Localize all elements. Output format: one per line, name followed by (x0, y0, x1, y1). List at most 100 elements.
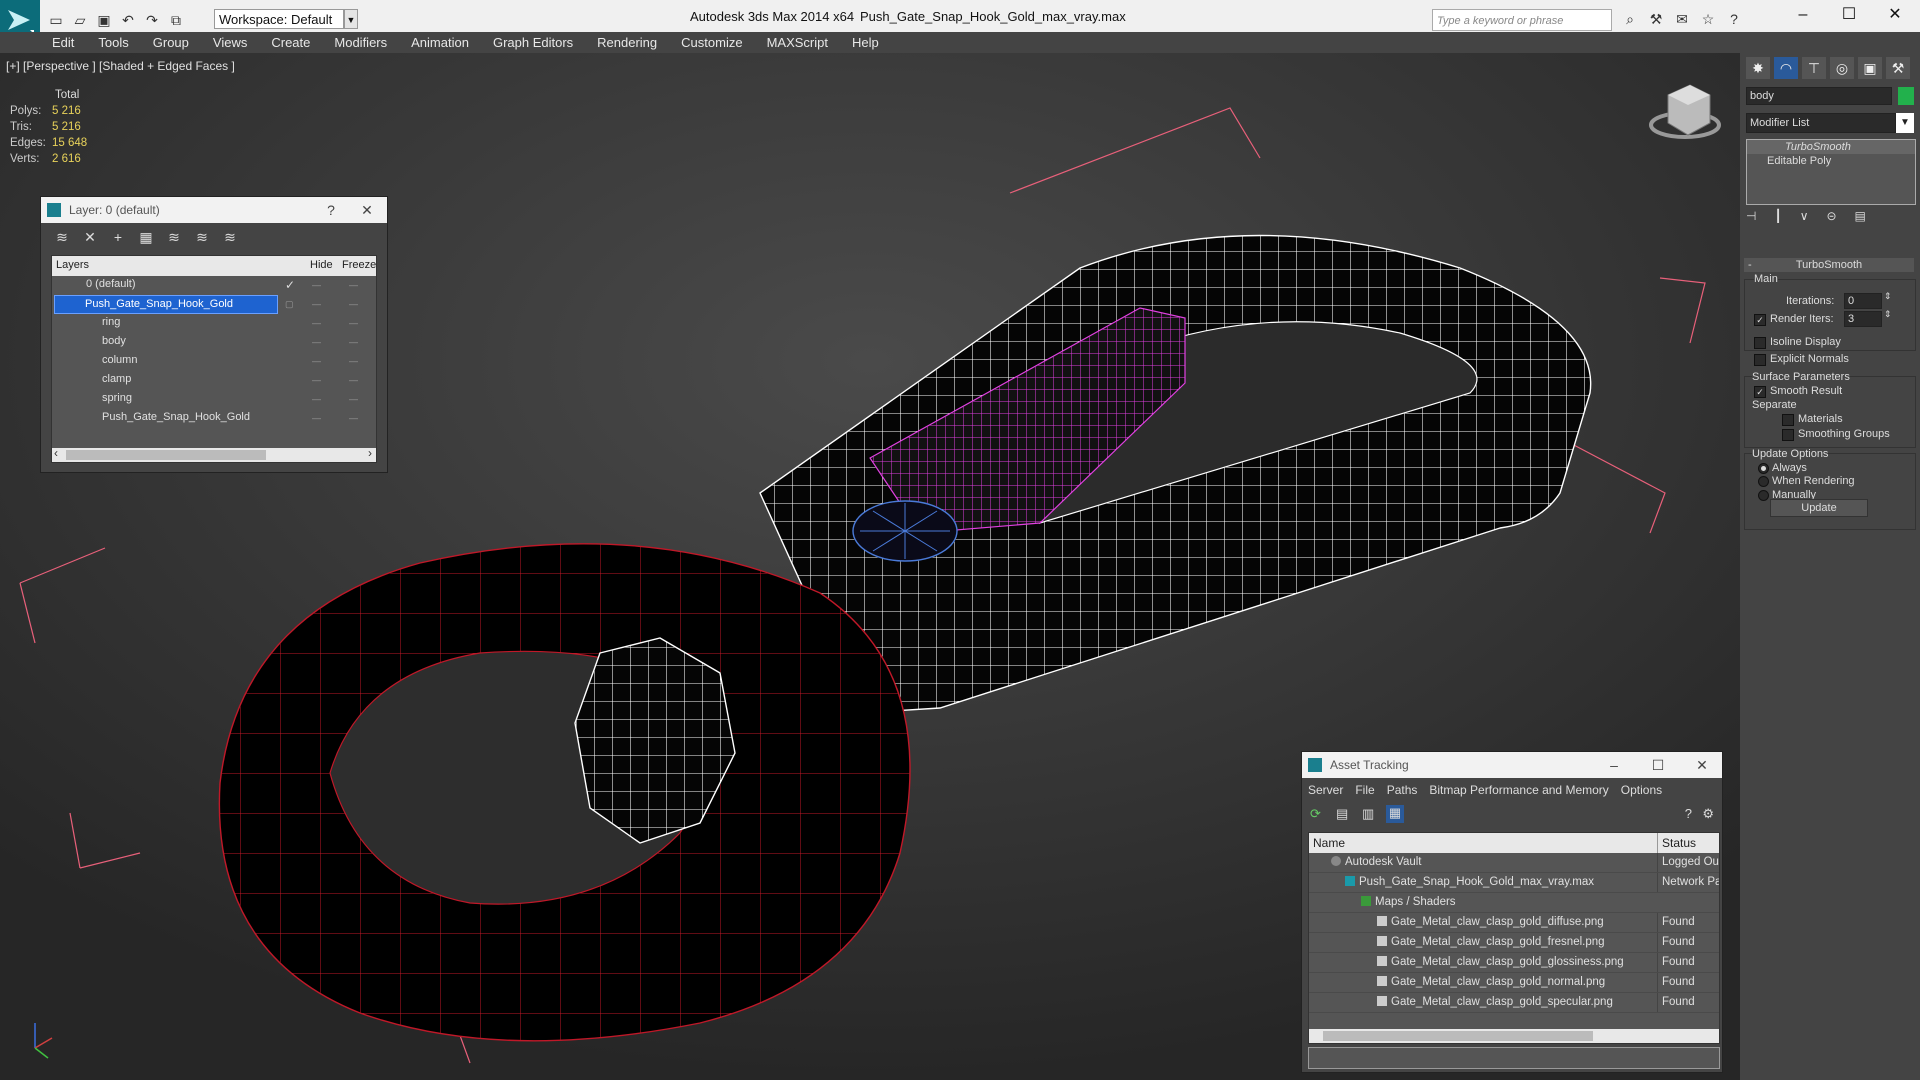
motion-tab-icon[interactable]: ◎ (1830, 57, 1854, 79)
hide-all-layers-icon[interactable]: ≋ (193, 228, 211, 246)
layer-row[interactable]: column — — (52, 352, 376, 371)
menu-rendering[interactable]: Rendering (585, 35, 669, 50)
asset-maximize-button[interactable]: ☐ (1646, 752, 1670, 778)
at-menu-bitmap-performance[interactable]: Bitmap Performance and Memory (1429, 783, 1608, 797)
menu-create[interactable]: Create (259, 35, 322, 50)
subscription-icon[interactable]: ⚒ (1646, 9, 1666, 29)
layer-row[interactable]: ring — — (52, 314, 376, 333)
redo-icon[interactable]: ↷ (142, 10, 162, 30)
col-freeze[interactable]: Freeze (342, 259, 376, 271)
layer-horizontal-scrollbar[interactable]: ‹ › (52, 446, 376, 462)
open-file-icon[interactable]: ▱ (70, 10, 90, 30)
freeze-all-layers-icon[interactable]: ≋ (221, 228, 239, 246)
menu-customize[interactable]: Customize (669, 35, 754, 50)
display-tab-icon[interactable]: ▣ (1858, 57, 1882, 79)
scrollbar-thumb[interactable] (66, 450, 266, 460)
layer-help-button[interactable]: ? (319, 197, 343, 223)
at-menu-file[interactable]: File (1355, 783, 1374, 797)
object-name-input[interactable]: body (1746, 87, 1892, 105)
menu-edit[interactable]: Edit (40, 35, 86, 50)
show-end-result-icon[interactable]: ┃ (1774, 209, 1781, 223)
tree-view-icon[interactable]: ▥ (1362, 806, 1374, 822)
remove-modifier-icon[interactable]: ⊝ (1826, 209, 1836, 223)
workspace-dropdown-arrow-icon[interactable]: ▼ (344, 9, 358, 29)
menu-views[interactable]: Views (201, 35, 259, 50)
layer-row[interactable]: Push_Gate_Snap_Hook_Gold — — (52, 409, 376, 428)
when-rendering-radio[interactable] (1758, 476, 1769, 487)
make-unique-icon[interactable]: ∨ (1800, 209, 1809, 223)
asset-row[interactable]: Maps / Shaders (1309, 893, 1719, 913)
menu-group[interactable]: Group (141, 35, 201, 50)
smooth-result-checkbox[interactable]: ✓ (1754, 386, 1766, 398)
menu-help[interactable]: Help (840, 35, 891, 50)
communication-icon[interactable]: ✉ (1672, 9, 1692, 29)
layer-close-button[interactable]: ✕ (355, 197, 379, 223)
always-radio[interactable] (1758, 463, 1769, 474)
modifier-list-arrow-icon[interactable]: ▼ (1896, 113, 1914, 133)
asset-close-button[interactable]: ✕ (1690, 752, 1714, 778)
col-layers[interactable]: Layers (56, 259, 89, 271)
layer-row[interactable]: spring — — (52, 390, 376, 409)
help-icon[interactable]: ? (1685, 806, 1692, 821)
layer-row[interactable]: 0 (default) ✓ — — (52, 276, 376, 295)
configure-modifier-sets-icon[interactable]: ▤ (1855, 209, 1866, 223)
close-button[interactable]: ✕ (1872, 0, 1918, 32)
at-menu-options[interactable]: Options (1621, 783, 1662, 797)
new-file-icon[interactable]: ▭ (46, 10, 66, 30)
highlight-layer-icon[interactable]: ≋ (165, 228, 183, 246)
col-hide[interactable]: Hide (310, 259, 333, 271)
menu-tools[interactable]: Tools (86, 35, 140, 50)
menu-maxscript[interactable]: MAXScript (755, 35, 840, 50)
layer-row[interactable]: Push_Gate_Snap_Hook_Gold ▢ — — (52, 295, 376, 314)
asset-row[interactable]: Gate_Metal_claw_clasp_gold_fresnel.png F… (1309, 933, 1719, 953)
asset-row[interactable]: Autodesk Vault Logged Ou (1309, 853, 1719, 873)
stack-item-editable-poly[interactable]: Editable Poly (1747, 154, 1915, 168)
asset-row[interactable]: Push_Gate_Snap_Hook_Gold_max_vray.max Ne… (1309, 873, 1719, 893)
manually-radio[interactable] (1758, 490, 1769, 501)
menu-modifiers[interactable]: Modifiers (322, 35, 399, 50)
add-to-layer-icon[interactable]: + (109, 228, 127, 246)
at-menu-paths[interactable]: Paths (1387, 783, 1418, 797)
binoculars-icon[interactable]: ⌕ (1620, 9, 1640, 29)
materials-checkbox[interactable] (1782, 414, 1794, 426)
layer-window-titlebar[interactable]: Layer: 0 (default) ? ✕ (41, 197, 387, 223)
active-layer-check-icon[interactable]: ✓ (285, 276, 295, 295)
asset-path-field[interactable] (1308, 1047, 1720, 1069)
col-name[interactable]: Name (1313, 836, 1345, 850)
isoline-checkbox[interactable] (1754, 337, 1766, 349)
at-menu-server[interactable]: Server (1308, 783, 1343, 797)
asset-row[interactable]: Gate_Metal_claw_clasp_gold_specular.png … (1309, 993, 1719, 1013)
asset-row[interactable]: Gate_Metal_claw_clasp_gold_glossiness.pn… (1309, 953, 1719, 973)
asset-row[interactable]: Gate_Metal_claw_clasp_gold_normal.png Fo… (1309, 973, 1719, 993)
hierarchy-tab-icon[interactable]: ⊤ (1802, 57, 1826, 79)
asset-horizontal-scrollbar[interactable] (1309, 1029, 1719, 1043)
save-file-icon[interactable]: ▣ (94, 10, 114, 30)
table-view-icon[interactable]: ▦ (1386, 805, 1404, 823)
project-folder-icon[interactable]: ⧉ (166, 10, 186, 30)
modify-tab-icon[interactable]: ◠ (1774, 57, 1798, 79)
update-button[interactable]: Update (1770, 499, 1868, 517)
layer-row[interactable]: clamp — — (52, 371, 376, 390)
delete-layer-icon[interactable]: ✕ (81, 228, 99, 246)
menu-animation[interactable]: Animation (399, 35, 481, 50)
minimize-button[interactable]: – (1780, 0, 1826, 32)
render-iters-checkbox[interactable]: ✓ (1754, 314, 1766, 326)
help-icon[interactable]: ? (1724, 9, 1744, 29)
stack-item-turbosmooth[interactable]: TurboSmooth (1747, 140, 1915, 154)
viewport-label[interactable]: [+] [Perspective ] [Shaded + Edged Faces… (6, 59, 235, 73)
maximize-button[interactable]: ☐ (1826, 0, 1872, 32)
asset-minimize-button[interactable]: – (1602, 752, 1626, 778)
col-status[interactable]: Status (1657, 833, 1696, 853)
iterations-input[interactable]: 0 (1844, 293, 1882, 309)
explicit-normals-checkbox[interactable] (1754, 354, 1766, 366)
list-view-icon[interactable]: ▤ (1336, 806, 1348, 822)
pin-stack-icon[interactable]: ⊣ (1746, 209, 1756, 223)
smoothing-groups-checkbox[interactable] (1782, 429, 1794, 441)
turbosmooth-rollout-title[interactable]: - TurboSmooth (1744, 258, 1914, 272)
render-iters-spinner-icon[interactable]: ⇕ (1884, 309, 1892, 320)
menu-graph-editors[interactable]: Graph Editors (481, 35, 585, 50)
refresh-icon[interactable]: ⟳ (1310, 806, 1321, 822)
settings-icon[interactable]: ⚙ (1702, 806, 1714, 822)
modifier-list-dropdown[interactable]: Modifier List (1746, 113, 1896, 133)
iterations-spinner-icon[interactable]: ⇕ (1884, 291, 1892, 302)
